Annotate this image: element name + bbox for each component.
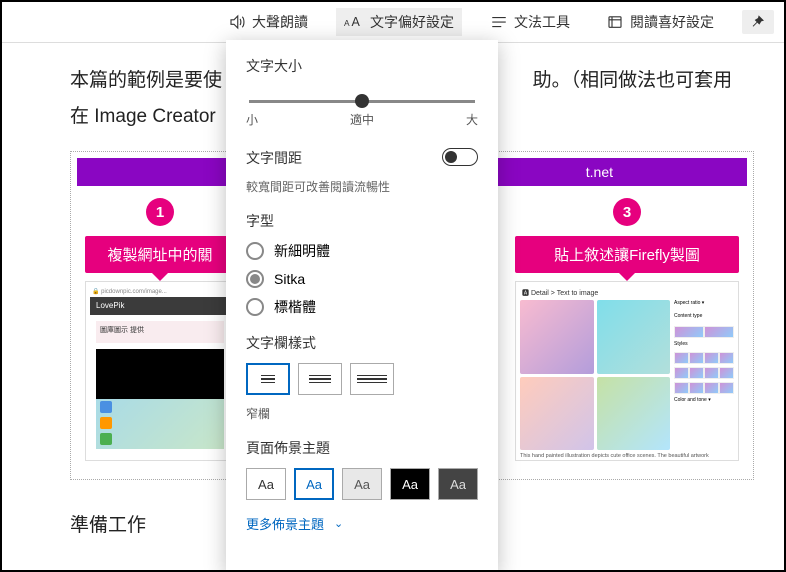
column-wide-option[interactable]	[350, 363, 394, 395]
example-header-text: t.net	[586, 164, 613, 180]
radio-icon	[246, 298, 264, 316]
text-spacing-title: 文字間距	[246, 148, 390, 168]
theme-option-4[interactable]: Aa	[438, 468, 478, 500]
text-size-icon: AA	[344, 13, 364, 31]
font-section: 字型 新細明體 Sitka 標楷體	[246, 211, 478, 317]
column-selected-label: 窄欄	[246, 405, 478, 422]
font-title: 字型	[246, 211, 478, 231]
text-spacing-toggle[interactable]	[442, 148, 478, 166]
radio-icon	[246, 270, 264, 288]
read-aloud-button[interactable]: 大聲朗讀	[220, 8, 316, 36]
step-button-1: 複製網址中的關	[85, 236, 235, 273]
step-button-3: 貼上敘述讓Firefly製圖	[515, 236, 739, 273]
svg-text:A: A	[344, 18, 350, 28]
thumbnail-lovepik: 🔒 picdownpic.com/image... LovePik 圖庫圖示 提…	[85, 281, 235, 461]
paragraph-text: 在 Image Creator	[70, 106, 216, 127]
grammar-tools-button[interactable]: 文法工具	[482, 8, 578, 36]
radio-icon	[246, 242, 264, 260]
theme-option-1[interactable]: Aa	[294, 468, 334, 500]
more-themes-label: 更多佈景主題	[246, 514, 324, 533]
reading-preferences-label: 閱讀喜好設定	[630, 12, 714, 32]
example-column-3: 3 貼上敘述讓Firefly製圖 🅰 Detail > Text to imag…	[515, 198, 739, 461]
step-badge-1: 1	[146, 198, 174, 226]
page-theme-section: 頁面佈景主題 AaAaAaAaAa 更多佈景主題 ⌄	[246, 438, 478, 533]
lovepik-brand: LovePik	[96, 301, 124, 310]
text-spacing-section: 文字間距 較寬間距可改善閱讀流暢性	[246, 148, 478, 195]
font-option-kaiti[interactable]: 標楷體	[246, 297, 478, 317]
theme-option-3[interactable]: Aa	[390, 468, 430, 500]
reading-prefs-icon	[606, 13, 624, 31]
thumbnail-firefly: 🅰 Detail > Text to image Aspect ratio ▾ …	[515, 281, 739, 461]
more-themes-link[interactable]: 更多佈景主題 ⌄	[246, 514, 478, 533]
text-preferences-label: 文字偏好設定	[370, 12, 454, 32]
text-size-section: 文字大小 小 適中 大	[246, 56, 478, 132]
slider-label-medium: 適中	[350, 111, 374, 128]
font-label: 標楷體	[274, 297, 316, 317]
read-aloud-icon	[228, 13, 246, 31]
chevron-down-icon: ⌄	[334, 517, 343, 530]
slider-label-large: 大	[466, 111, 478, 128]
text-size-slider[interactable]: 小 適中 大	[246, 86, 478, 132]
page-theme-title: 頁面佈景主題	[246, 438, 478, 458]
column-narrow-option[interactable]	[246, 363, 290, 395]
grammar-icon	[490, 13, 508, 31]
pin-button[interactable]	[742, 10, 774, 34]
slider-label-small: 小	[246, 111, 258, 128]
slider-thumb[interactable]	[355, 94, 369, 108]
text-preferences-button[interactable]: AA 文字偏好設定	[336, 8, 462, 36]
read-aloud-label: 大聲朗讀	[252, 12, 308, 32]
font-label: 新細明體	[274, 241, 330, 261]
reading-preferences-button[interactable]: 閱讀喜好設定	[598, 8, 722, 36]
theme-option-0[interactable]: Aa	[246, 468, 286, 500]
font-label: Sitka	[274, 271, 305, 287]
paragraph-text: 本篇的範例是要使	[70, 70, 222, 91]
text-size-title: 文字大小	[246, 56, 478, 76]
example-column-1: 1 複製網址中的關 🔒 picdownpic.com/image... Love…	[85, 198, 235, 461]
immersive-reader-toolbar: 大聲朗讀 AA 文字偏好設定 文法工具 閱讀喜好設定	[2, 2, 784, 43]
font-option-sitka[interactable]: Sitka	[246, 270, 478, 288]
step-badge-3: 3	[613, 198, 641, 226]
column-style-title: 文字欄樣式	[246, 333, 478, 353]
grammar-tools-label: 文法工具	[514, 12, 570, 32]
text-preferences-panel: 文字大小 小 適中 大 文字間距 較寬間距可改善閱讀流暢性	[226, 40, 498, 572]
theme-option-2[interactable]: Aa	[342, 468, 382, 500]
pin-icon	[750, 14, 766, 30]
svg-text:A: A	[352, 15, 361, 29]
column-style-section: 文字欄樣式 窄欄	[246, 333, 478, 422]
column-medium-option[interactable]	[298, 363, 342, 395]
text-spacing-description: 較寬間距可改善閱讀流暢性	[246, 178, 390, 195]
font-option-mingliu[interactable]: 新細明體	[246, 241, 478, 261]
toggle-knob	[445, 151, 457, 163]
paragraph-text: 助。（相同做法也可套用	[533, 70, 733, 91]
